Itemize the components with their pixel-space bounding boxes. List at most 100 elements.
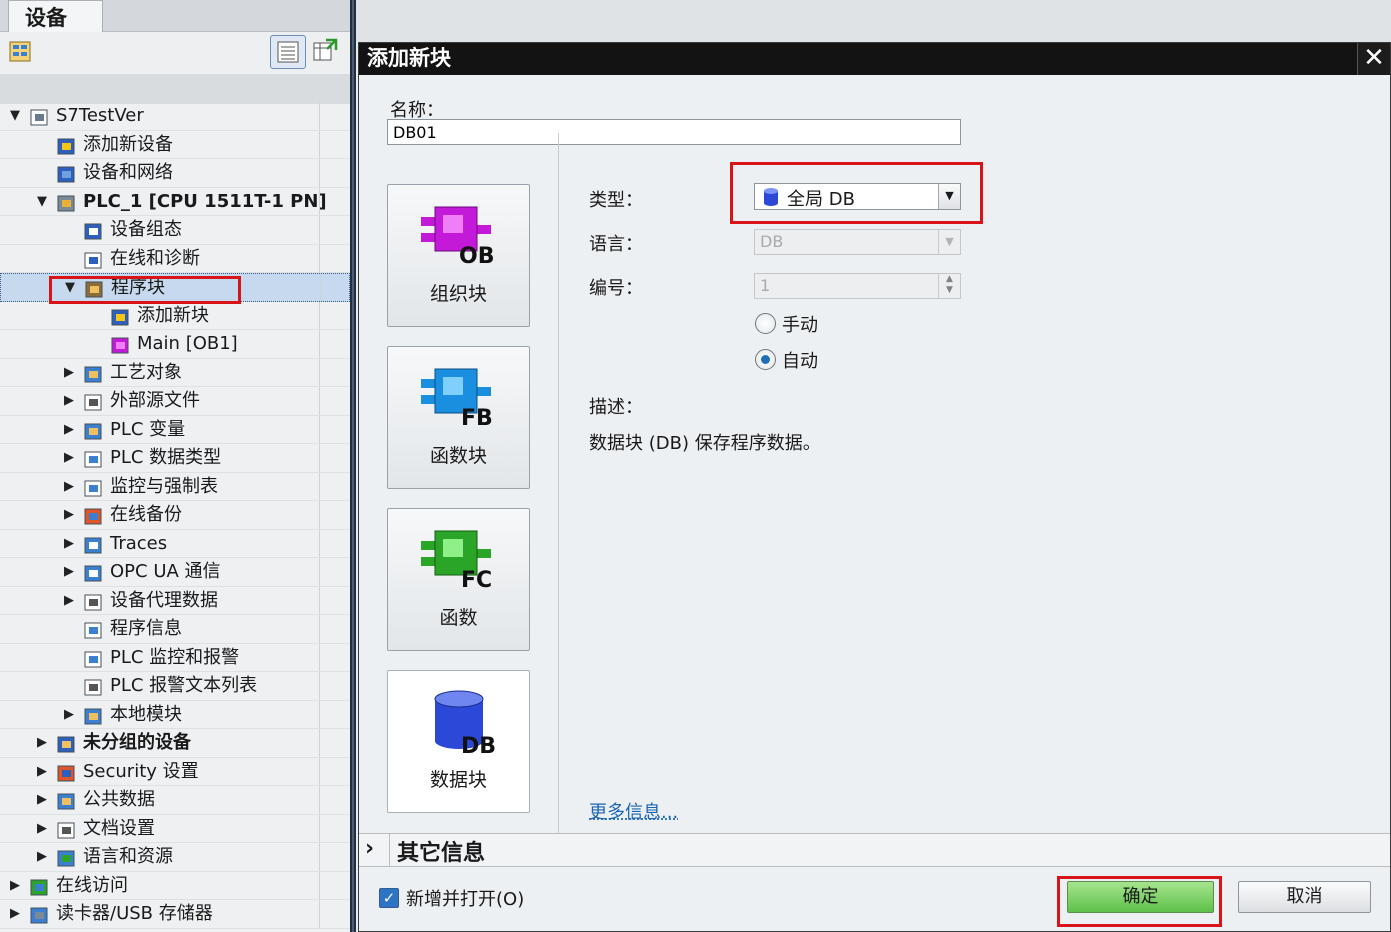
- tree-item[interactable]: PLC 报警文本列表: [0, 672, 350, 701]
- tree-item[interactable]: 设备和网络: [0, 159, 350, 188]
- tree-item[interactable]: ▶ 语言和资源: [0, 843, 350, 872]
- description-text: 数据块 (DB) 保存程序数据。: [589, 433, 821, 454]
- online-access-icon: [30, 879, 48, 895]
- tab-devices[interactable]: 设备: [8, 0, 103, 33]
- tree-item[interactable]: ▶ 读卡器/USB 存储器: [0, 900, 350, 929]
- tree-item[interactable]: 添加新块: [0, 301, 350, 330]
- tree-item[interactable]: ▶ Traces: [0, 529, 350, 559]
- expand-right-icon[interactable]: ▶: [62, 701, 76, 730]
- auto-radio-label: 自动: [782, 351, 818, 372]
- tree-item[interactable]: 设备组态: [0, 216, 350, 245]
- tree-item[interactable]: ▶ 设备代理数据: [0, 586, 350, 616]
- expand-down-icon[interactable]: ▼: [63, 274, 77, 303]
- tree-item[interactable]: PLC 监控和报警: [0, 643, 350, 672]
- other-info-section[interactable]: › 其它信息: [359, 833, 1390, 867]
- expand-right-icon[interactable]: ▶: [62, 587, 76, 616]
- column-divider: [319, 301, 320, 329]
- block-type-fc-label: 函数: [439, 607, 478, 629]
- tree-item[interactable]: ▶ Security 设置: [0, 757, 350, 787]
- tree-item[interactable]: ▶ 在线访问: [0, 871, 350, 901]
- expand-right-icon[interactable]: ▶: [62, 473, 76, 502]
- expand-right-icon[interactable]: ▶: [8, 900, 22, 929]
- block-type-fc-button[interactable]: FC 函数: [387, 508, 530, 651]
- tree-item[interactable]: ▶ PLC 变量: [0, 415, 350, 445]
- expand-right-icon[interactable]: ▶: [62, 387, 76, 416]
- more-info-link[interactable]: 更多信息...: [589, 798, 678, 824]
- expand-right-icon[interactable]: ▶: [35, 786, 49, 815]
- close-button[interactable]: ✕: [1357, 43, 1390, 75]
- tree-item-label: 工艺对象: [110, 361, 182, 383]
- type-dropdown[interactable]: 全局 DB ▼: [754, 183, 961, 210]
- expand-right-icon[interactable]: ▶: [62, 501, 76, 530]
- expand-right-icon[interactable]: ▶: [35, 758, 49, 787]
- tree-item[interactable]: Main [OB1]: [0, 330, 350, 359]
- column-divider: [319, 757, 320, 785]
- tree-item[interactable]: ▶ 公共数据: [0, 786, 350, 815]
- type-label: 类型：: [589, 190, 643, 211]
- db-block-icon: DB: [434, 690, 496, 757]
- svg-text:FC: FC: [461, 568, 492, 593]
- tree-item[interactable]: ▶ 本地模块: [0, 700, 350, 730]
- column-divider: [319, 786, 320, 814]
- details-view-button[interactable]: [270, 35, 306, 69]
- db-icon: [764, 188, 778, 206]
- column-divider: [319, 472, 320, 500]
- plc-datatypes-icon: [84, 451, 102, 468]
- chevron-down-icon[interactable]: ▼: [938, 184, 960, 209]
- column-divider: [319, 358, 320, 386]
- expand-right-icon[interactable]: ▶: [35, 815, 49, 844]
- expand-right-icon[interactable]: ▶: [62, 530, 76, 559]
- manual-radio[interactable]: [755, 313, 776, 334]
- expand-right-icon[interactable]: ▶: [35, 843, 49, 872]
- block-type-fb-label: 函数块: [429, 445, 487, 467]
- tree-item[interactable]: ▶ 外部源文件: [0, 387, 350, 416]
- other-info-title: 其它信息: [397, 841, 486, 866]
- block-type-ob-label: 组织块: [429, 283, 487, 305]
- stepper-arrows-icon[interactable]: ▲ ▼: [938, 274, 960, 298]
- tree-item[interactable]: ▶ 未分组的设备: [0, 729, 350, 758]
- number-stepper[interactable]: 1 ▲ ▼: [754, 273, 961, 299]
- tree-item[interactable]: ▼ 程序块: [0, 273, 350, 302]
- tree-item[interactable]: ▶ 监控与强制表: [0, 472, 350, 502]
- tree-item-label: 设备和网络: [83, 162, 173, 183]
- column-divider: [319, 130, 320, 158]
- ok-button[interactable]: 确定: [1067, 881, 1214, 913]
- expand-right-icon[interactable]: ▶: [35, 729, 49, 758]
- column-divider: [319, 586, 320, 614]
- expand-down-icon[interactable]: ▼: [35, 188, 49, 217]
- language-dropdown[interactable]: DB ▼: [754, 229, 961, 255]
- tree-item[interactable]: 程序信息: [0, 615, 350, 644]
- tree-item[interactable]: ▶ 文档设置: [0, 814, 350, 844]
- expand-right-icon[interactable]: ▶: [62, 558, 76, 587]
- expand-right-icon[interactable]: ▶: [62, 416, 76, 445]
- block-type-db-label: 数据块: [429, 769, 487, 791]
- tree-item[interactable]: ▶ 在线备份: [0, 501, 350, 530]
- tree-item-label: PLC_1 [CPU 1511T-1 PN]: [83, 190, 327, 212]
- auto-radio[interactable]: [755, 349, 776, 370]
- table-export-icon[interactable]: [312, 38, 338, 64]
- panel-splitter[interactable]: [350, 0, 356, 932]
- cancel-button[interactable]: 取消: [1238, 881, 1371, 913]
- tree-item[interactable]: ▶ PLC 数据类型: [0, 444, 350, 473]
- tree-item[interactable]: ▶ 工艺对象: [0, 358, 350, 388]
- tree-item[interactable]: ▶ OPC UA 通信: [0, 558, 350, 587]
- block-type-ob-button[interactable]: OB 组织块: [387, 184, 530, 327]
- block-type-db-button[interactable]: DB 数据块: [387, 670, 530, 813]
- tree-item[interactable]: ▼ PLC_1 [CPU 1511T-1 PN]: [0, 187, 350, 217]
- expand-right-icon[interactable]: ▶: [8, 872, 22, 901]
- expand-right-icon[interactable]: ▶: [62, 444, 76, 473]
- block-type-fb-button[interactable]: FB 函数块: [387, 346, 530, 489]
- expand-down-icon[interactable]: ▼: [8, 102, 22, 131]
- tree-item-label: Main [OB1]: [137, 333, 238, 354]
- external-source-icon: [84, 394, 102, 411]
- tree-view-icon[interactable]: [8, 39, 34, 65]
- add-and-open-checkbox[interactable]: ✓: [379, 888, 399, 908]
- expand-right-icon[interactable]: ▶: [62, 359, 76, 388]
- name-field[interactable]: [387, 119, 961, 145]
- tree-item[interactable]: 添加新设备: [0, 130, 350, 159]
- card-reader-icon: [30, 907, 48, 924]
- tree-item[interactable]: ▼ S7TestVer: [0, 102, 350, 131]
- tree-item-label: Traces: [110, 532, 168, 554]
- tree-item[interactable]: 在线和诊断: [0, 244, 350, 273]
- program-info-icon: [84, 622, 102, 639]
